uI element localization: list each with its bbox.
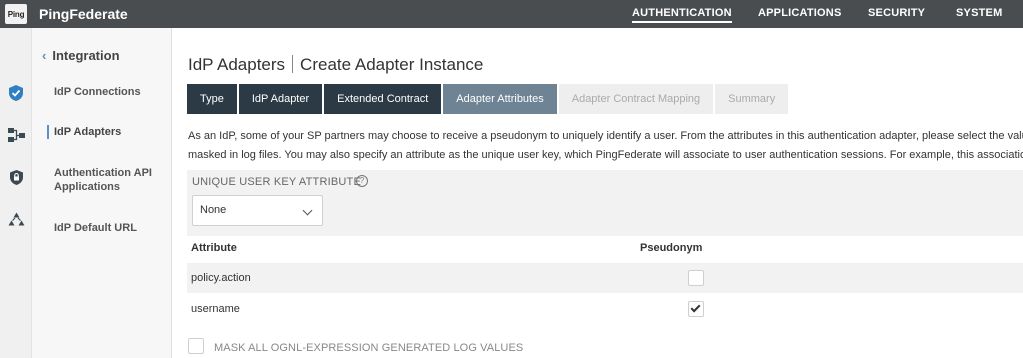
- column-header-pseudonym: Pseudonym: [640, 242, 703, 254]
- unique-user-key-label: UNIQUE USER KEY ATTRIBUTE: [192, 176, 362, 188]
- mask-all-label: MASK ALL OGNL-EXPRESSION GENERATED LOG V…: [214, 342, 524, 354]
- step-adapter-attributes[interactable]: Adapter Attributes: [443, 84, 557, 114]
- unique-user-key-value: None: [200, 204, 227, 216]
- unique-user-key-select[interactable]: None: [192, 195, 323, 226]
- chevron-down-icon: [302, 205, 313, 216]
- shield-check-icon[interactable]: [7, 84, 25, 102]
- top-navigation-bar: Ping PingFederate AUTHENTICATION APPLICA…: [0, 0, 1023, 28]
- shield-lock-icon[interactable]: [7, 168, 25, 186]
- network-icon[interactable]: [7, 126, 25, 144]
- description-line-2: masked in log files. You may also specif…: [188, 149, 1023, 161]
- mask-all-checkbox[interactable]: [188, 338, 204, 354]
- nav-system[interactable]: SYSTEM: [956, 7, 1002, 19]
- sidebar-item-idp-default-url[interactable]: IdP Default URL: [54, 221, 164, 235]
- pseudonym-checkbox-policy-action[interactable]: [688, 270, 704, 286]
- step-summary: Summary: [715, 84, 789, 114]
- help-icon[interactable]: ?: [356, 175, 368, 187]
- pseudonym-checkbox-username[interactable]: [688, 301, 704, 317]
- nodes-icon[interactable]: [7, 210, 25, 228]
- page-title-section: IdP Adapters: [188, 55, 286, 74]
- nav-security[interactable]: SECURITY: [868, 7, 925, 19]
- attribute-name: username: [191, 303, 240, 315]
- subnav-back-label: Integration: [52, 48, 120, 63]
- icon-rail: [0, 28, 32, 358]
- page-description: As an IdP, some of your SP partners may …: [188, 127, 1023, 165]
- sidebar-item-authentication-api-applications[interactable]: Authentication API Applications: [54, 166, 164, 194]
- back-to-integration[interactable]: ‹ Integration: [42, 48, 120, 63]
- page-title: IdP Adapters Create Adapter Instance: [188, 55, 483, 75]
- table-row: username: [187, 294, 1023, 324]
- sidebar-item-idp-connections[interactable]: IdP Connections: [54, 85, 164, 99]
- ping-logo[interactable]: Ping: [5, 4, 27, 24]
- sidebar-item-idp-adapters[interactable]: IdP Adapters: [54, 125, 164, 139]
- title-divider: [292, 55, 294, 73]
- active-indicator: [47, 125, 49, 139]
- step-type[interactable]: Type: [187, 84, 237, 114]
- unique-user-key-panel: UNIQUE USER KEY ATTRIBUTE ? None: [187, 170, 1023, 236]
- wizard-steps: Type IdP Adapter Extended Contract Adapt…: [187, 84, 790, 114]
- description-line-1: As an IdP, some of your SP partners may …: [188, 130, 1023, 142]
- chevron-left-icon: ‹: [42, 48, 47, 63]
- step-extended-contract[interactable]: Extended Contract: [324, 84, 442, 114]
- brand-name: PingFederate: [39, 6, 128, 22]
- column-header-attribute: Attribute: [191, 242, 237, 254]
- checkmark-icon: [690, 302, 701, 313]
- step-idp-adapter[interactable]: IdP Adapter: [238, 84, 323, 114]
- page-title-page: Create Adapter Instance: [300, 55, 484, 74]
- main-content: IdP Adapters Create Adapter Instance Type…: [172, 28, 1023, 358]
- step-adapter-contract-mapping: Adapter Contract Mapping: [558, 84, 714, 114]
- sidebar-subnav: ‹ Integration IdP Connections IdP Adapter…: [32, 28, 172, 358]
- table-row: policy.action: [187, 263, 1023, 293]
- attribute-name: policy.action: [191, 272, 251, 284]
- nav-authentication[interactable]: AUTHENTICATION: [632, 7, 732, 23]
- nav-applications[interactable]: APPLICATIONS: [758, 7, 841, 19]
